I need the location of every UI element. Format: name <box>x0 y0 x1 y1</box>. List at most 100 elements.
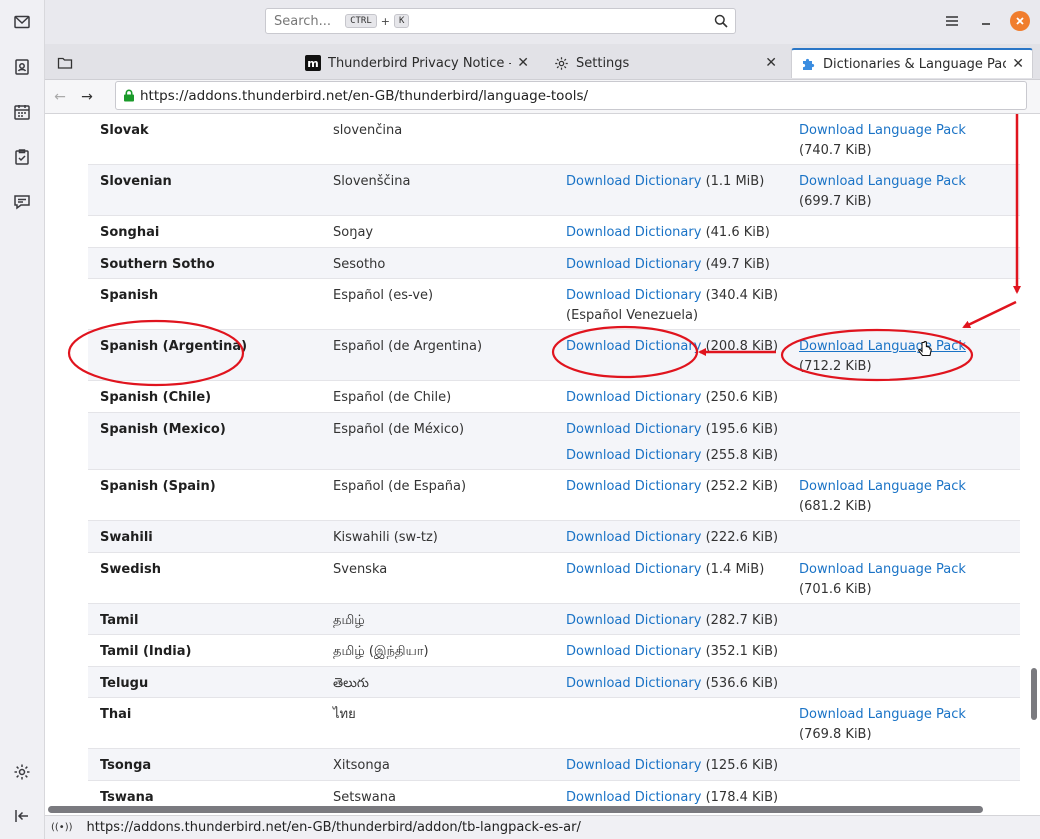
dictionary-note: (Español Venezuela) <box>566 308 699 323</box>
download-dictionary-link[interactable]: Download Dictionary <box>566 530 701 545</box>
native-name: slovenčina <box>333 123 403 138</box>
dictionary-cell: Download Dictionary (49.7 KiB) <box>566 255 791 275</box>
dictionary-size: (252.2 KiB) <box>705 479 779 494</box>
language-table: Slovak slovenčina Download Language Pack (… <box>88 114 1020 806</box>
download-dictionary-link[interactable]: Download Dictionary <box>566 644 701 659</box>
download-language-pack-link[interactable]: Download Language Pack <box>799 562 966 577</box>
window-close-icon[interactable] <box>1010 11 1030 31</box>
download-dictionary-link[interactable]: Download Dictionary <box>566 288 701 303</box>
back-arrow-icon[interactable]: ← <box>51 88 69 106</box>
tab-close-icon[interactable]: ✕ <box>765 55 777 71</box>
minimize-icon[interactable] <box>976 11 996 31</box>
table-row: Tswana Setswana Download Dictionary (178.4… <box>88 781 1020 806</box>
language-pack-cell: Download Language Pack (681.2 KiB) <box>799 477 1009 517</box>
table-row: Tsonga Xitsonga Download Dictionary (125.6… <box>88 749 1020 781</box>
dictionary-size: (195.6 KiB) <box>705 422 779 437</box>
tab-close-icon[interactable]: ✕ <box>1012 56 1024 72</box>
native-name: Español (es-ve) <box>333 288 434 303</box>
language-name: Southern Sotho <box>100 257 215 272</box>
forward-arrow-icon[interactable]: → <box>78 88 96 106</box>
table-row: Tamil தமிழ் Download Dictionary (282.7 KiB… <box>88 604 1020 635</box>
status-link-url: https://addons.thunderbird.net/en-GB/thu… <box>86 820 581 835</box>
calendar-icon[interactable] <box>8 98 36 126</box>
native-name: Sesotho <box>333 257 386 272</box>
language-name: Telugu <box>100 676 149 691</box>
download-dictionary-link[interactable]: Download Dictionary <box>566 790 701 805</box>
native-name: Español (de España) <box>333 479 467 494</box>
language-name: Slovak <box>100 123 149 138</box>
download-dictionary-link[interactable]: Download Dictionary <box>566 562 701 577</box>
language-pack-size: (699.7 KiB) <box>799 194 872 209</box>
language-name: Slovenian <box>100 174 172 189</box>
language-name: Tswana <box>100 790 154 805</box>
dictionary-cell: Download Dictionary (41.6 KiB) <box>566 223 791 243</box>
tab-dictionaries[interactable]: Dictionaries & Language Packs ✕ <box>791 48 1033 78</box>
native-name: தமிழ் <box>333 613 365 628</box>
page-content: Slovak slovenčina Download Language Pack (… <box>45 114 1040 806</box>
language-name: Tamil <box>100 613 139 628</box>
dictionary-size: (255.8 KiB) <box>705 448 779 463</box>
download-dictionary-link[interactable]: Download Dictionary <box>566 257 701 272</box>
native-name: Setswana <box>333 790 396 805</box>
shortcut-key-k: K <box>393 14 410 28</box>
language-name: Spanish (Argentina) <box>100 339 248 354</box>
download-language-pack-link[interactable]: Download Language Pack <box>799 479 966 494</box>
collapse-toolbar-icon[interactable] <box>8 802 36 830</box>
tab-close-icon[interactable]: ✕ <box>517 55 529 71</box>
dictionary-cell: Download Dictionary (222.6 KiB) <box>566 528 791 548</box>
folder-icon <box>57 57 73 69</box>
language-name: Spanish (Mexico) <box>100 422 226 437</box>
chat-icon[interactable] <box>8 188 36 216</box>
download-dictionary-link[interactable]: Download Dictionary <box>566 676 701 691</box>
dictionary-cell: Download Dictionary (282.7 KiB) <box>566 611 791 631</box>
global-search-input[interactable]: Search... CTRL + K <box>265 8 736 34</box>
address-book-icon[interactable] <box>8 53 36 81</box>
url-field[interactable]: https://addons.thunderbird.net/en-GB/thu… <box>115 81 1027 110</box>
download-dictionary-link[interactable]: Download Dictionary <box>566 174 701 189</box>
download-dictionary-link[interactable]: Download Dictionary <box>566 613 701 628</box>
native-name: Español (de México) <box>333 422 465 437</box>
dictionary-size: (222.6 KiB) <box>705 530 779 545</box>
dictionary-size: (282.7 KiB) <box>705 613 779 628</box>
download-language-pack-link[interactable]: Download Language Pack <box>799 707 966 722</box>
horizontal-scrollbar[interactable] <box>48 806 983 813</box>
download-dictionary-link[interactable]: Download Dictionary <box>566 339 701 354</box>
download-language-pack-link[interactable]: Download Language Pack <box>799 339 966 354</box>
native-name: Xitsonga <box>333 758 390 773</box>
url-text: https://addons.thunderbird.net/en-GB/thu… <box>140 87 589 104</box>
vertical-scrollbar[interactable] <box>1031 668 1037 720</box>
tab-label: Settings <box>576 55 630 71</box>
download-dictionary-link[interactable]: Download Dictionary <box>566 758 701 773</box>
folder-tab[interactable] <box>53 48 83 78</box>
download-language-pack-link[interactable]: Download Language Pack <box>799 174 966 189</box>
dictionary-cell: Download Dictionary (125.6 KiB) <box>566 756 791 776</box>
dictionary-cell: Download Dictionary (340.4 KiB) (Español … <box>566 286 791 326</box>
table-row: Tamil (India) தமிழ் (இந்தியா) Download Dic… <box>88 635 1020 667</box>
download-language-pack-link[interactable]: Download Language Pack <box>799 123 966 138</box>
language-pack-cell: Download Language Pack (701.6 KiB) <box>799 560 1009 600</box>
native-name: తెలుగు <box>333 676 369 691</box>
app-menu-icon[interactable] <box>942 11 962 31</box>
tab-bar: m Thunderbird Privacy Notice — M ✕ Setti… <box>45 44 1040 80</box>
puzzle-icon <box>800 56 816 72</box>
download-dictionary-link[interactable]: Download Dictionary <box>566 448 701 463</box>
table-row: Swahili Kiswahili (sw-tz) Download Diction… <box>88 521 1020 553</box>
settings-gear-icon[interactable] <box>8 758 36 786</box>
table-row: Spanish (Argentina) Español (de Argentina… <box>88 330 1020 381</box>
tab-label: Dictionaries & Language Packs <box>823 56 1007 72</box>
status-bar: ((•)) https://addons.thunderbird.net/en-… <box>45 815 1040 839</box>
table-row: Spanish (Spain) Español (de España) Downlo… <box>88 470 1020 521</box>
language-pack-size: (701.6 KiB) <box>799 582 872 597</box>
download-dictionary-link[interactable]: Download Dictionary <box>566 479 701 494</box>
language-pack-cell: Download Language Pack (712.2 KiB) <box>799 337 1009 377</box>
download-dictionary-link[interactable]: Download Dictionary <box>566 225 701 240</box>
shortcut-plus: + <box>380 14 390 28</box>
tasks-icon[interactable] <box>8 143 36 171</box>
mail-icon[interactable] <box>8 8 36 36</box>
search-placeholder: Search... <box>274 13 332 29</box>
download-dictionary-link[interactable]: Download Dictionary <box>566 422 701 437</box>
native-name: Español (de Argentina) <box>333 339 483 354</box>
tab-privacy-notice[interactable]: m Thunderbird Privacy Notice — M ✕ <box>297 48 537 78</box>
tab-settings[interactable]: Settings ✕ <box>545 48 785 78</box>
download-dictionary-link[interactable]: Download Dictionary <box>566 390 701 405</box>
